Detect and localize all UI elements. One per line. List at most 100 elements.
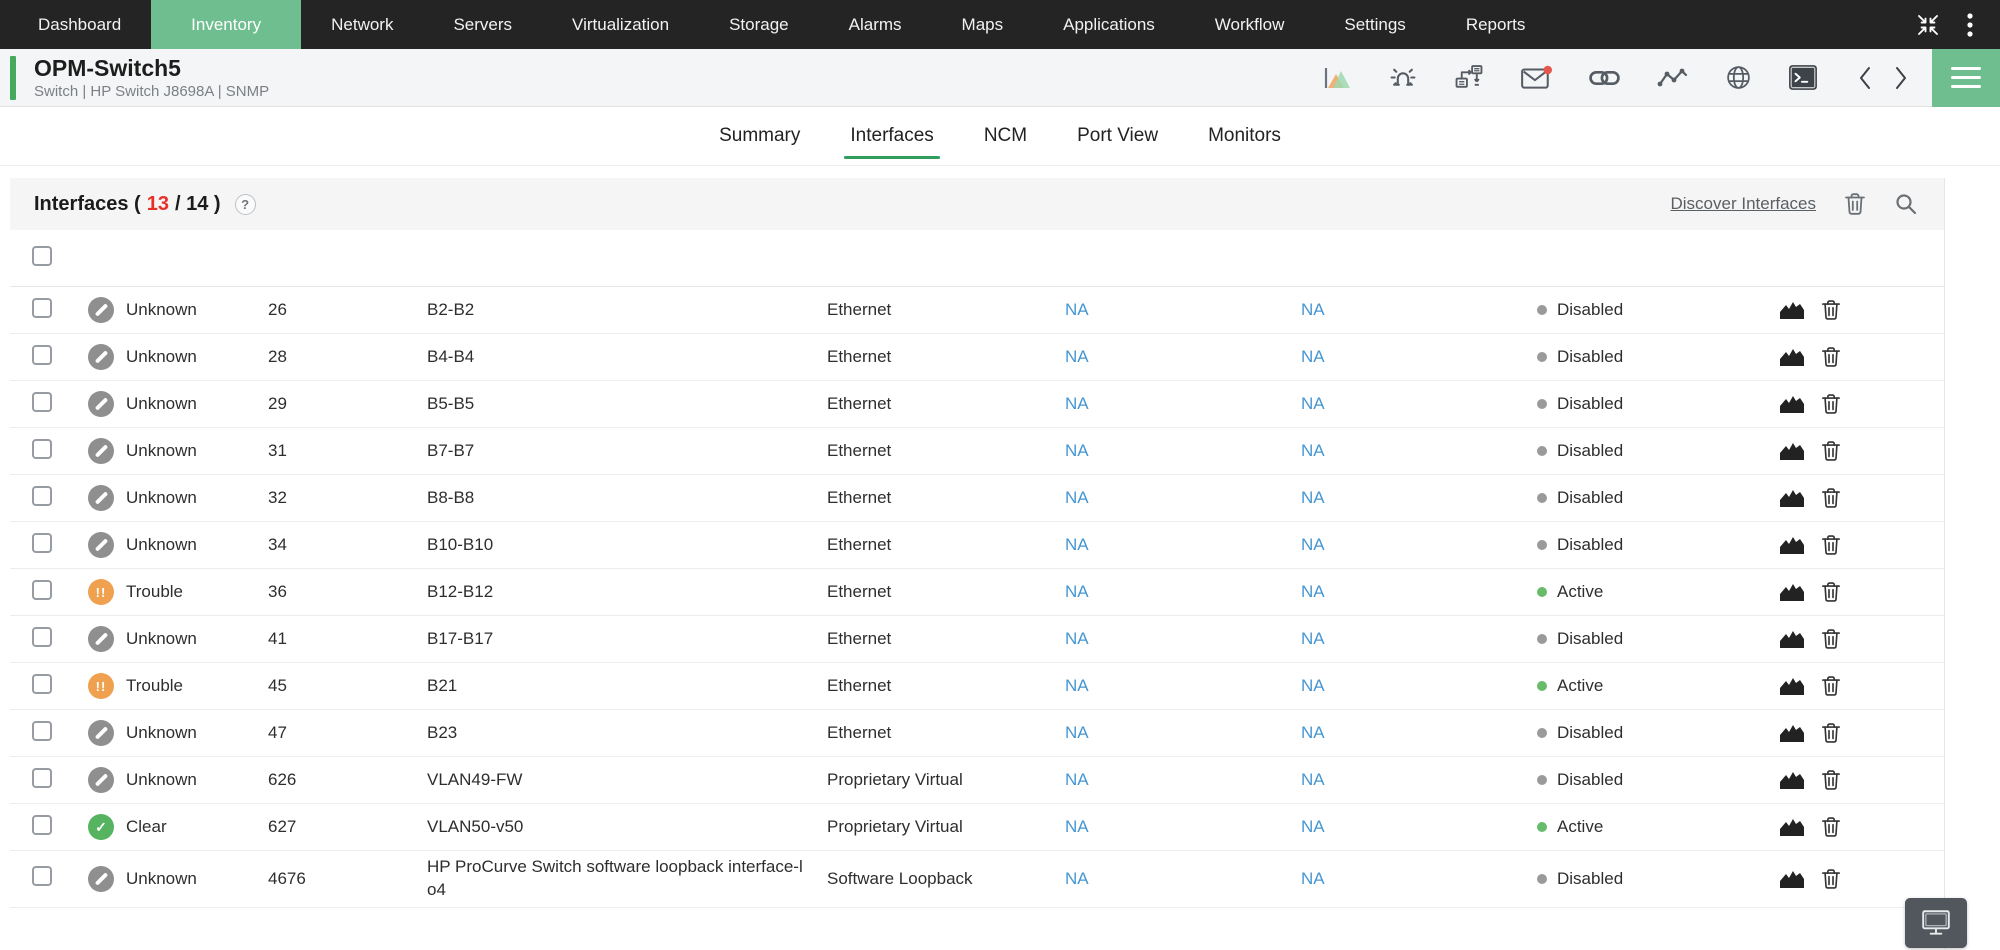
row-checkbox[interactable]	[32, 533, 52, 553]
delete-interface-icon[interactable]	[1821, 299, 1841, 321]
tx-traffic-link[interactable]: NA	[1301, 347, 1325, 366]
search-icon[interactable]	[1894, 192, 1918, 216]
nav-item-applications[interactable]: Applications	[1033, 0, 1185, 49]
row-checkbox[interactable]	[32, 866, 52, 886]
collapse-icon[interactable]	[1916, 13, 1940, 37]
tab-monitors[interactable]: Monitors	[1206, 107, 1283, 165]
tx-traffic-link[interactable]: NA	[1301, 723, 1325, 742]
tx-traffic-link[interactable]: NA	[1301, 629, 1325, 648]
alarm-icon[interactable]	[1388, 64, 1418, 91]
tx-traffic-link[interactable]: NA	[1301, 582, 1325, 601]
tab-interfaces[interactable]: Interfaces	[848, 107, 935, 165]
dependency-icon[interactable]	[1454, 64, 1484, 91]
rx-traffic-link[interactable]: NA	[1065, 535, 1089, 554]
response-graph-icon[interactable]	[1657, 66, 1689, 90]
tx-traffic-link[interactable]: NA	[1301, 488, 1325, 507]
traffic-chart-icon[interactable]	[1779, 347, 1805, 367]
delete-interface-icon[interactable]	[1821, 816, 1841, 838]
rx-traffic-link[interactable]: NA	[1065, 869, 1089, 888]
hamburger-menu[interactable]	[1932, 49, 2000, 107]
help-icon[interactable]: ?	[235, 194, 256, 215]
rx-traffic-link[interactable]: NA	[1065, 488, 1089, 507]
traffic-chart-icon[interactable]	[1779, 770, 1805, 790]
tab-port-view[interactable]: Port View	[1075, 107, 1160, 165]
traffic-chart-icon[interactable]	[1779, 817, 1805, 837]
traffic-chart-icon[interactable]	[1779, 582, 1805, 602]
discover-interfaces-link[interactable]: Discover Interfaces	[1671, 194, 1817, 214]
rx-traffic-link[interactable]: NA	[1065, 629, 1089, 648]
tx-traffic-link[interactable]: NA	[1301, 394, 1325, 413]
rx-traffic-link[interactable]: NA	[1065, 582, 1089, 601]
traffic-chart-icon[interactable]	[1779, 676, 1805, 696]
traffic-chart-icon[interactable]	[1779, 441, 1805, 461]
tab-summary[interactable]: Summary	[717, 107, 802, 165]
nav-item-alarms[interactable]: Alarms	[819, 0, 932, 49]
nav-item-reports[interactable]: Reports	[1436, 0, 1556, 49]
row-checkbox[interactable]	[32, 815, 52, 835]
nav-item-maps[interactable]: Maps	[932, 0, 1034, 49]
delete-interface-icon[interactable]	[1821, 628, 1841, 650]
kebab-menu-icon[interactable]	[1966, 11, 1974, 39]
select-all-checkbox[interactable]	[32, 246, 52, 266]
rx-traffic-link[interactable]: NA	[1065, 817, 1089, 836]
row-checkbox[interactable]	[32, 345, 52, 365]
next-chevron-icon[interactable]	[1894, 65, 1908, 91]
row-checkbox[interactable]	[32, 627, 52, 647]
mail-icon[interactable]	[1520, 65, 1552, 91]
rx-traffic-link[interactable]: NA	[1065, 676, 1089, 695]
row-checkbox[interactable]	[32, 392, 52, 412]
delete-interface-icon[interactable]	[1821, 868, 1841, 890]
terminal-icon[interactable]	[1788, 64, 1818, 91]
delete-interface-icon[interactable]	[1821, 440, 1841, 462]
prev-chevron-icon[interactable]	[1858, 65, 1872, 91]
rx-traffic-link[interactable]: NA	[1065, 394, 1089, 413]
tx-traffic-link[interactable]: NA	[1301, 817, 1325, 836]
nav-item-network[interactable]: Network	[301, 0, 423, 49]
row-checkbox[interactable]	[32, 486, 52, 506]
delete-interface-icon[interactable]	[1821, 346, 1841, 368]
globe-icon[interactable]	[1725, 64, 1752, 91]
tx-traffic-link[interactable]: NA	[1301, 535, 1325, 554]
link-icon[interactable]	[1588, 66, 1621, 90]
delete-interface-icon[interactable]	[1821, 393, 1841, 415]
rx-traffic-link[interactable]: NA	[1065, 723, 1089, 742]
row-checkbox[interactable]	[32, 768, 52, 788]
nav-item-inventory[interactable]: Inventory	[151, 0, 301, 49]
tx-traffic-link[interactable]: NA	[1301, 869, 1325, 888]
traffic-chart-icon[interactable]	[1779, 535, 1805, 555]
nav-item-servers[interactable]: Servers	[423, 0, 542, 49]
rx-traffic-link[interactable]: NA	[1065, 441, 1089, 460]
rx-traffic-link[interactable]: NA	[1065, 300, 1089, 319]
traffic-chart-icon[interactable]	[1779, 723, 1805, 743]
tab-ncm[interactable]: NCM	[982, 107, 1029, 165]
nav-item-storage[interactable]: Storage	[699, 0, 819, 49]
bulk-delete-icon[interactable]	[1844, 192, 1866, 216]
nav-item-dashboard[interactable]: Dashboard	[8, 0, 151, 49]
nav-item-settings[interactable]: Settings	[1314, 0, 1435, 49]
row-checkbox[interactable]	[32, 439, 52, 459]
delete-interface-icon[interactable]	[1821, 675, 1841, 697]
delete-interface-icon[interactable]	[1821, 534, 1841, 556]
traffic-chart-icon[interactable]	[1779, 629, 1805, 649]
nav-item-workflow[interactable]: Workflow	[1185, 0, 1315, 49]
tx-traffic-link[interactable]: NA	[1301, 676, 1325, 695]
traffic-chart-icon[interactable]	[1779, 869, 1805, 889]
delete-interface-icon[interactable]	[1821, 581, 1841, 603]
delete-interface-icon[interactable]	[1821, 769, 1841, 791]
traffic-chart-icon[interactable]	[1779, 488, 1805, 508]
row-checkbox[interactable]	[32, 580, 52, 600]
row-checkbox[interactable]	[32, 674, 52, 694]
tx-traffic-link[interactable]: NA	[1301, 441, 1325, 460]
delete-interface-icon[interactable]	[1821, 722, 1841, 744]
remote-screen-button[interactable]	[1905, 898, 1967, 948]
tx-traffic-link[interactable]: NA	[1301, 300, 1325, 319]
row-checkbox[interactable]	[32, 721, 52, 741]
rx-traffic-link[interactable]: NA	[1065, 770, 1089, 789]
row-checkbox[interactable]	[32, 298, 52, 318]
nav-item-virtualization[interactable]: Virtualization	[542, 0, 699, 49]
tx-traffic-link[interactable]: NA	[1301, 770, 1325, 789]
delete-interface-icon[interactable]	[1821, 487, 1841, 509]
rx-traffic-link[interactable]: NA	[1065, 347, 1089, 366]
traffic-chart-icon[interactable]	[1779, 394, 1805, 414]
traffic-chart-icon[interactable]	[1779, 300, 1805, 320]
